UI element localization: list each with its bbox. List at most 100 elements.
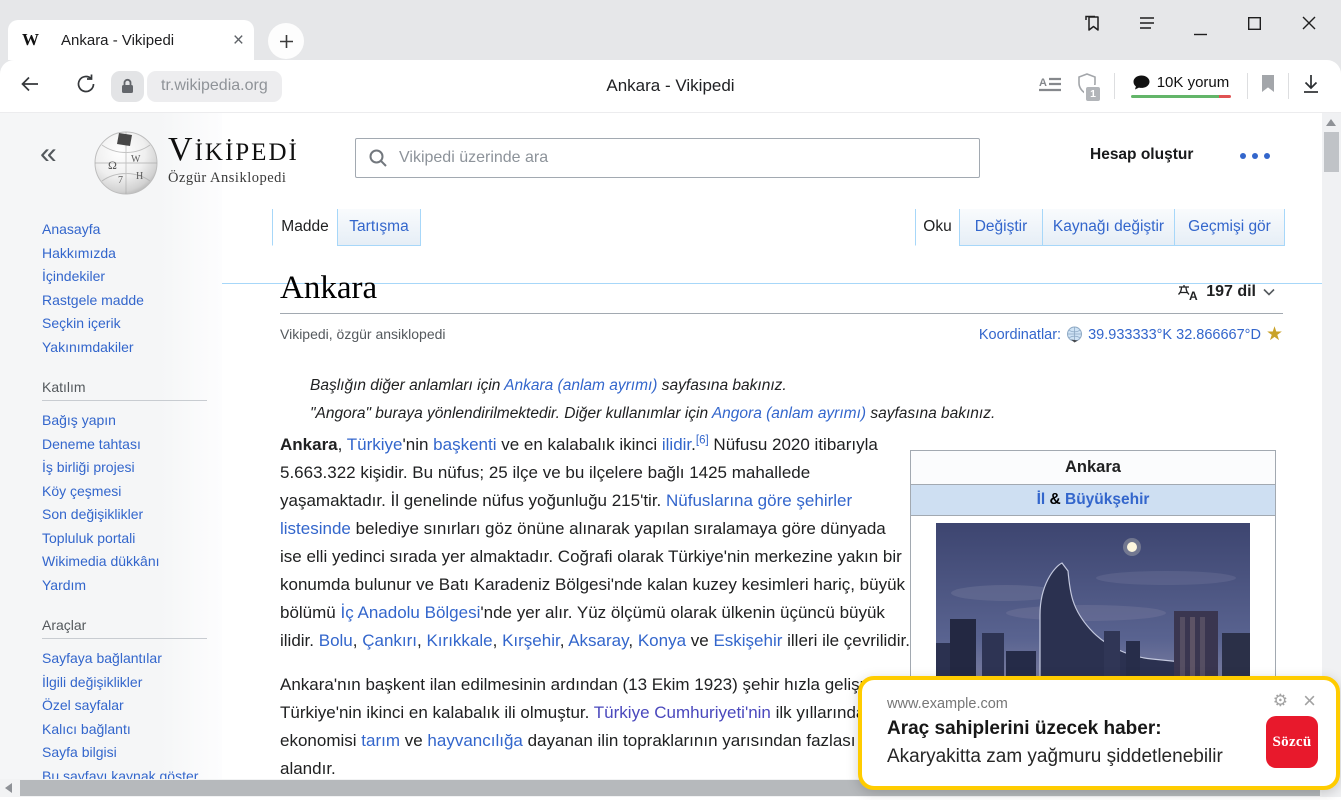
sidebar-item-isbirligi[interactable]: İş birliği projesi (42, 456, 214, 480)
inline-link[interactable]: Aksaray (568, 631, 628, 650)
address-bar[interactable]: tr.wikipedia.org (147, 70, 282, 102)
reload-button[interactable] (74, 72, 98, 101)
inline-link[interactable]: Bolu (319, 631, 353, 650)
url-text: tr.wikipedia.org (161, 77, 268, 94)
window-close-button[interactable] (1302, 12, 1316, 34)
inline-link[interactable]: Türkiye Cumhuriyeti'nin (594, 703, 771, 722)
text-segment: Başlığın diğer anlamları için (310, 377, 505, 394)
downloads-button[interactable] (1301, 73, 1321, 99)
logo-subtitle: Özgür Ansiklopedi (168, 170, 287, 186)
notification-popup[interactable]: www.example.com ⚙ × Araç sahiplerini üze… (858, 676, 1340, 790)
tab-kaynagi-degistir[interactable]: Kaynağı değiştir (1042, 209, 1174, 246)
sidebar-item-seckin[interactable]: Seçkin içerik (42, 312, 214, 336)
notification-close-icon[interactable]: × (1303, 690, 1316, 712)
language-icon: A (1178, 284, 1198, 303)
speech-bubble-icon (1133, 75, 1150, 90)
sidebar-item-deneme[interactable]: Deneme tahtası (42, 433, 214, 457)
search-input[interactable] (397, 148, 979, 168)
back-button[interactable] (18, 72, 42, 101)
inline-link[interactable]: Türkiye (347, 435, 403, 454)
tab-close-icon[interactable]: × (233, 31, 244, 50)
tab-tartisma[interactable]: Tartışma (337, 209, 421, 246)
sidebar-item-topluluk[interactable]: Topluluk portali (42, 527, 214, 551)
comments-button[interactable]: 10K yorum (1131, 74, 1231, 98)
sidebar-item-yardim[interactable]: Yardım (42, 574, 214, 598)
inline-link[interactable]: Kırıkkale (426, 631, 492, 650)
inline-link[interactable]: Çankırı (362, 631, 417, 650)
sidebar-item-icindekiler[interactable]: İçindekiler (42, 265, 214, 289)
wiki-search-box[interactable] (355, 138, 980, 178)
sidebar-item-ozel-sayfalar[interactable]: Özel sayfalar (42, 694, 214, 718)
coordinates-label-link[interactable]: Koordinatlar: (979, 327, 1061, 343)
sidebar-item-dukkan[interactable]: Wikimedia dükkânı (42, 550, 214, 574)
inline-link[interactable]: İl (1037, 491, 1046, 508)
back-arrow-icon (21, 76, 38, 91)
protect-shield-button[interactable]: 1 (1076, 72, 1102, 103)
inline-link[interactable]: İç Anadolu Bölgesi (340, 603, 480, 622)
scroll-left-arrow-icon[interactable] (5, 783, 12, 793)
text-segment: & (1045, 491, 1065, 508)
shield-badge: 1 (1084, 84, 1102, 103)
vertical-scroll-thumb[interactable] (1324, 132, 1339, 172)
new-tab-button[interactable] (268, 23, 304, 59)
toolbar-divider (1247, 73, 1248, 99)
paragraph: Ankara, Türkiye'nin başkenti ve en kalab… (280, 431, 912, 655)
tab-label: Geçmişi gör (1188, 218, 1271, 235)
tab-label: Madde (281, 218, 329, 235)
inline-link[interactable]: Angora (anlam ayrımı) (712, 405, 866, 422)
sidebar-item-kalici-baglanti[interactable]: Kalıcı bağlantı (42, 718, 214, 742)
sidebar-nav: Anasayfa Hakkımızda İçindekiler Rastgele… (42, 218, 214, 788)
sidebar-item-sondegisiklikler[interactable]: Son değişiklikler (42, 503, 214, 527)
create-account-link[interactable]: Hesap oluştur (1090, 146, 1210, 164)
browser-menu-button[interactable] (1137, 12, 1157, 34)
sidebar-item-sayfaya-baglantilar[interactable]: Sayfaya bağlantılar (42, 647, 214, 671)
inline-link[interactable]: tarım (361, 731, 400, 750)
sidebar-item-rastgele[interactable]: Rastgele madde (42, 289, 214, 313)
sidebar-item-hakkimizda[interactable]: Hakkımızda (42, 242, 214, 266)
sidebar-item-bagis[interactable]: Bağış yapın (42, 409, 214, 433)
notification-settings-icon[interactable]: ⚙ (1273, 692, 1288, 709)
sidebar-item-yakinimdakiler[interactable]: Yakınımdakiler (42, 336, 214, 360)
browser-tab[interactable]: W Ankara - Vikipedi × (8, 20, 254, 60)
inline-link[interactable]: [6] (696, 434, 709, 447)
featured-article-star-icon[interactable]: ★ (1266, 325, 1283, 344)
svg-text:A: A (1039, 77, 1047, 89)
inline-link[interactable]: Konya (638, 631, 686, 650)
svg-text:W: W (131, 154, 141, 165)
site-security-button[interactable] (111, 70, 144, 102)
sidebar-collapse-button[interactable]: « (40, 139, 57, 169)
wikipedia-wordmark[interactable]: VİKİPEDİ Özgür Ansiklopedi (168, 131, 299, 187)
tab-degistir[interactable]: Değiştir (959, 209, 1042, 246)
inline-link[interactable]: başkenti (433, 435, 496, 454)
inline-link[interactable]: hayvancılığa (427, 731, 522, 750)
language-selector-button[interactable]: A 197 dil (1178, 283, 1275, 303)
window-maximize-button[interactable] (1247, 12, 1262, 34)
svg-text:H: H (136, 171, 143, 182)
tab-oku[interactable]: Oku (915, 209, 959, 246)
inline-link[interactable]: Ankara (anlam ayrımı) (504, 377, 657, 394)
wikipedia-globe-logo[interactable]: Ω W 7 H (92, 129, 160, 197)
language-count: 197 dil (1206, 283, 1256, 300)
sidebar-item-ilgili-degisiklikler[interactable]: İlgili değişiklikler (42, 671, 214, 695)
inline-link[interactable]: Eskişehir (713, 631, 782, 650)
sidebar-item-koycesmesi[interactable]: Köy çeşmesi (42, 480, 214, 504)
close-icon (1302, 16, 1316, 30)
tab-gecmisi-gor[interactable]: Geçmişi gör (1174, 209, 1285, 246)
hatnote: "Angora" buraya yönlendirilmektedir. Diğ… (310, 405, 995, 423)
inline-link[interactable]: ilidir (662, 435, 691, 454)
sozcu-logo[interactable]: Sözcü (1266, 716, 1318, 768)
collections-panel-button[interactable] (1081, 12, 1103, 34)
tab-madde[interactable]: Madde (272, 209, 337, 246)
coordinates-value-link[interactable]: 39.933333°K 32.866667°D (1088, 327, 1261, 343)
reader-mode-button[interactable]: A (1039, 75, 1062, 98)
window-minimize-button[interactable] (1194, 18, 1207, 40)
coordinates-row: Koordinatlar: 39.933333°K 32.866667°D ★ (280, 325, 1283, 344)
scroll-up-arrow-icon[interactable] (1326, 119, 1336, 126)
more-options-icon[interactable] (1240, 153, 1270, 159)
inline-link[interactable]: Kırşehir (502, 631, 560, 650)
bookmark-button[interactable] (1260, 74, 1276, 99)
sidebar-item-sayfa-bilgisi[interactable]: Sayfa bilgisi (42, 741, 214, 765)
inline-link[interactable]: Büyükşehir (1065, 491, 1149, 508)
sidebar-item-anasayfa[interactable]: Anasayfa (42, 218, 214, 242)
lock-icon (122, 78, 133, 93)
